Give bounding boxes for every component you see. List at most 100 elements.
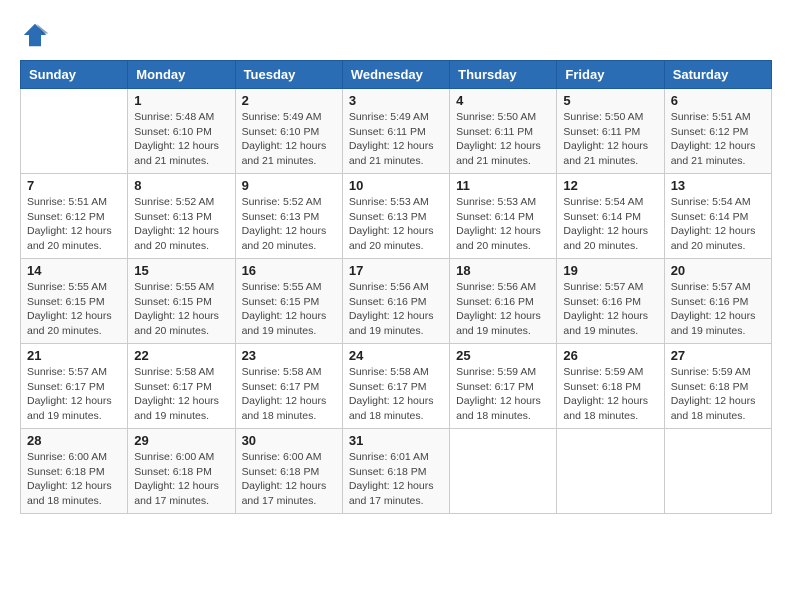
day-info: Sunrise: 5:53 AM Sunset: 6:13 PM Dayligh… [349,195,443,254]
weekday-header: Tuesday [235,61,342,89]
calendar-cell: 8 Sunrise: 5:52 AM Sunset: 6:13 PM Daylig… [128,174,235,259]
weekday-header: Monday [128,61,235,89]
day-number: 24 [349,348,443,363]
day-info: Sunrise: 5:56 AM Sunset: 6:16 PM Dayligh… [456,280,550,339]
day-number: 25 [456,348,550,363]
calendar-cell: 21 Sunrise: 5:57 AM Sunset: 6:17 PM Dayli… [21,344,128,429]
day-number: 29 [134,433,228,448]
day-number: 19 [563,263,657,278]
day-number: 30 [242,433,336,448]
day-number: 15 [134,263,228,278]
calendar-week-row: 7 Sunrise: 5:51 AM Sunset: 6:12 PM Daylig… [21,174,772,259]
calendar-cell: 13 Sunrise: 5:54 AM Sunset: 6:14 PM Dayli… [664,174,771,259]
day-number: 10 [349,178,443,193]
day-info: Sunrise: 5:55 AM Sunset: 6:15 PM Dayligh… [134,280,228,339]
day-info: Sunrise: 5:59 AM Sunset: 6:18 PM Dayligh… [671,365,765,424]
calendar-week-row: 14 Sunrise: 5:55 AM Sunset: 6:15 PM Dayli… [21,259,772,344]
day-number: 4 [456,93,550,108]
day-number: 28 [27,433,121,448]
calendar-cell: 31 Sunrise: 6:01 AM Sunset: 6:18 PM Dayli… [342,429,449,514]
calendar-cell: 9 Sunrise: 5:52 AM Sunset: 6:13 PM Daylig… [235,174,342,259]
calendar-week-row: 1 Sunrise: 5:48 AM Sunset: 6:10 PM Daylig… [21,89,772,174]
day-number: 21 [27,348,121,363]
day-info: Sunrise: 5:48 AM Sunset: 6:10 PM Dayligh… [134,110,228,169]
weekday-header: Saturday [664,61,771,89]
day-number: 27 [671,348,765,363]
day-info: Sunrise: 6:00 AM Sunset: 6:18 PM Dayligh… [242,450,336,509]
calendar-cell: 5 Sunrise: 5:50 AM Sunset: 6:11 PM Daylig… [557,89,664,174]
day-number: 8 [134,178,228,193]
day-info: Sunrise: 5:49 AM Sunset: 6:11 PM Dayligh… [349,110,443,169]
calendar-cell: 10 Sunrise: 5:53 AM Sunset: 6:13 PM Dayli… [342,174,449,259]
day-info: Sunrise: 5:57 AM Sunset: 6:16 PM Dayligh… [563,280,657,339]
day-info: Sunrise: 5:54 AM Sunset: 6:14 PM Dayligh… [563,195,657,254]
calendar-cell: 27 Sunrise: 5:59 AM Sunset: 6:18 PM Dayli… [664,344,771,429]
calendar-cell: 24Sunrise: 5:58 AM Sunset: 6:17 PM Dayli… [342,344,449,429]
calendar-cell: 12 Sunrise: 5:54 AM Sunset: 6:14 PM Dayli… [557,174,664,259]
calendar-cell: 29Sunrise: 6:00 AM Sunset: 6:18 PM Dayli… [128,429,235,514]
calendar-cell: 16 Sunrise: 5:55 AM Sunset: 6:15 PM Dayli… [235,259,342,344]
day-number: 16 [242,263,336,278]
day-number: 11 [456,178,550,193]
page-header [20,20,772,50]
day-number: 7 [27,178,121,193]
day-number: 14 [27,263,121,278]
calendar-cell: 14 Sunrise: 5:55 AM Sunset: 6:15 PM Dayli… [21,259,128,344]
day-number: 31 [349,433,443,448]
calendar-cell: 23Sunrise: 5:58 AM Sunset: 6:17 PM Dayli… [235,344,342,429]
day-info: Sunrise: 5:55 AM Sunset: 6:15 PM Dayligh… [27,280,121,339]
calendar-cell: 15 Sunrise: 5:55 AM Sunset: 6:15 PM Dayli… [128,259,235,344]
weekday-header: Thursday [450,61,557,89]
day-info: Sunrise: 5:53 AM Sunset: 6:14 PM Dayligh… [456,195,550,254]
day-info: Sunrise: 5:59 AM Sunset: 6:18 PM Dayligh… [563,365,657,424]
calendar-cell: 1 Sunrise: 5:48 AM Sunset: 6:10 PM Daylig… [128,89,235,174]
day-info: Sunrise: 5:55 AM Sunset: 6:15 PM Dayligh… [242,280,336,339]
calendar-cell [21,89,128,174]
day-info: Sunrise: 6:00 AM Sunset: 6:18 PM Dayligh… [27,450,121,509]
calendar-week-row: 28 Sunrise: 6:00 AM Sunset: 6:18 PM Dayli… [21,429,772,514]
day-info: Sunrise: 6:01 AM Sunset: 6:18 PM Dayligh… [349,450,443,509]
calendar-cell: 25 Sunrise: 5:59 AM Sunset: 6:17 PM Dayli… [450,344,557,429]
calendar-cell: 11 Sunrise: 5:53 AM Sunset: 6:14 PM Dayli… [450,174,557,259]
calendar-table: SundayMondayTuesdayWednesdayThursdayFrid… [20,60,772,514]
calendar-cell: 7 Sunrise: 5:51 AM Sunset: 6:12 PM Daylig… [21,174,128,259]
day-info: Sunrise: 5:58 AM Sunset: 6:17 PM Dayligh… [134,365,228,424]
calendar-cell: 22Sunrise: 5:58 AM Sunset: 6:17 PM Dayli… [128,344,235,429]
calendar-cell: 17Sunrise: 5:56 AM Sunset: 6:16 PM Dayli… [342,259,449,344]
day-number: 13 [671,178,765,193]
day-number: 3 [349,93,443,108]
calendar-cell: 6 Sunrise: 5:51 AM Sunset: 6:12 PM Daylig… [664,89,771,174]
day-info: Sunrise: 5:49 AM Sunset: 6:10 PM Dayligh… [242,110,336,169]
day-info: Sunrise: 5:50 AM Sunset: 6:11 PM Dayligh… [563,110,657,169]
calendar-cell: 4Sunrise: 5:50 AM Sunset: 6:11 PM Daylig… [450,89,557,174]
calendar-cell: 19 Sunrise: 5:57 AM Sunset: 6:16 PM Dayli… [557,259,664,344]
day-number: 20 [671,263,765,278]
day-number: 5 [563,93,657,108]
calendar-cell: 2 Sunrise: 5:49 AM Sunset: 6:10 PM Daylig… [235,89,342,174]
weekday-header: Wednesday [342,61,449,89]
logo [20,20,54,50]
day-number: 26 [563,348,657,363]
day-info: Sunrise: 5:51 AM Sunset: 6:12 PM Dayligh… [671,110,765,169]
day-info: Sunrise: 5:58 AM Sunset: 6:17 PM Dayligh… [242,365,336,424]
day-number: 17 [349,263,443,278]
day-info: Sunrise: 5:57 AM Sunset: 6:17 PM Dayligh… [27,365,121,424]
day-number: 2 [242,93,336,108]
day-number: 6 [671,93,765,108]
calendar-cell: 3 Sunrise: 5:49 AM Sunset: 6:11 PM Daylig… [342,89,449,174]
calendar-cell [450,429,557,514]
calendar-cell: 20Sunrise: 5:57 AM Sunset: 6:16 PM Dayli… [664,259,771,344]
day-number: 9 [242,178,336,193]
day-info: Sunrise: 5:59 AM Sunset: 6:17 PM Dayligh… [456,365,550,424]
day-info: Sunrise: 5:52 AM Sunset: 6:13 PM Dayligh… [134,195,228,254]
day-info: Sunrise: 5:54 AM Sunset: 6:14 PM Dayligh… [671,195,765,254]
day-number: 12 [563,178,657,193]
day-number: 18 [456,263,550,278]
calendar-cell: 26 Sunrise: 5:59 AM Sunset: 6:18 PM Dayli… [557,344,664,429]
day-info: Sunrise: 5:51 AM Sunset: 6:12 PM Dayligh… [27,195,121,254]
weekday-header: Friday [557,61,664,89]
day-info: Sunrise: 5:52 AM Sunset: 6:13 PM Dayligh… [242,195,336,254]
weekday-header: Sunday [21,61,128,89]
calendar-cell: 28 Sunrise: 6:00 AM Sunset: 6:18 PM Dayli… [21,429,128,514]
day-number: 1 [134,93,228,108]
